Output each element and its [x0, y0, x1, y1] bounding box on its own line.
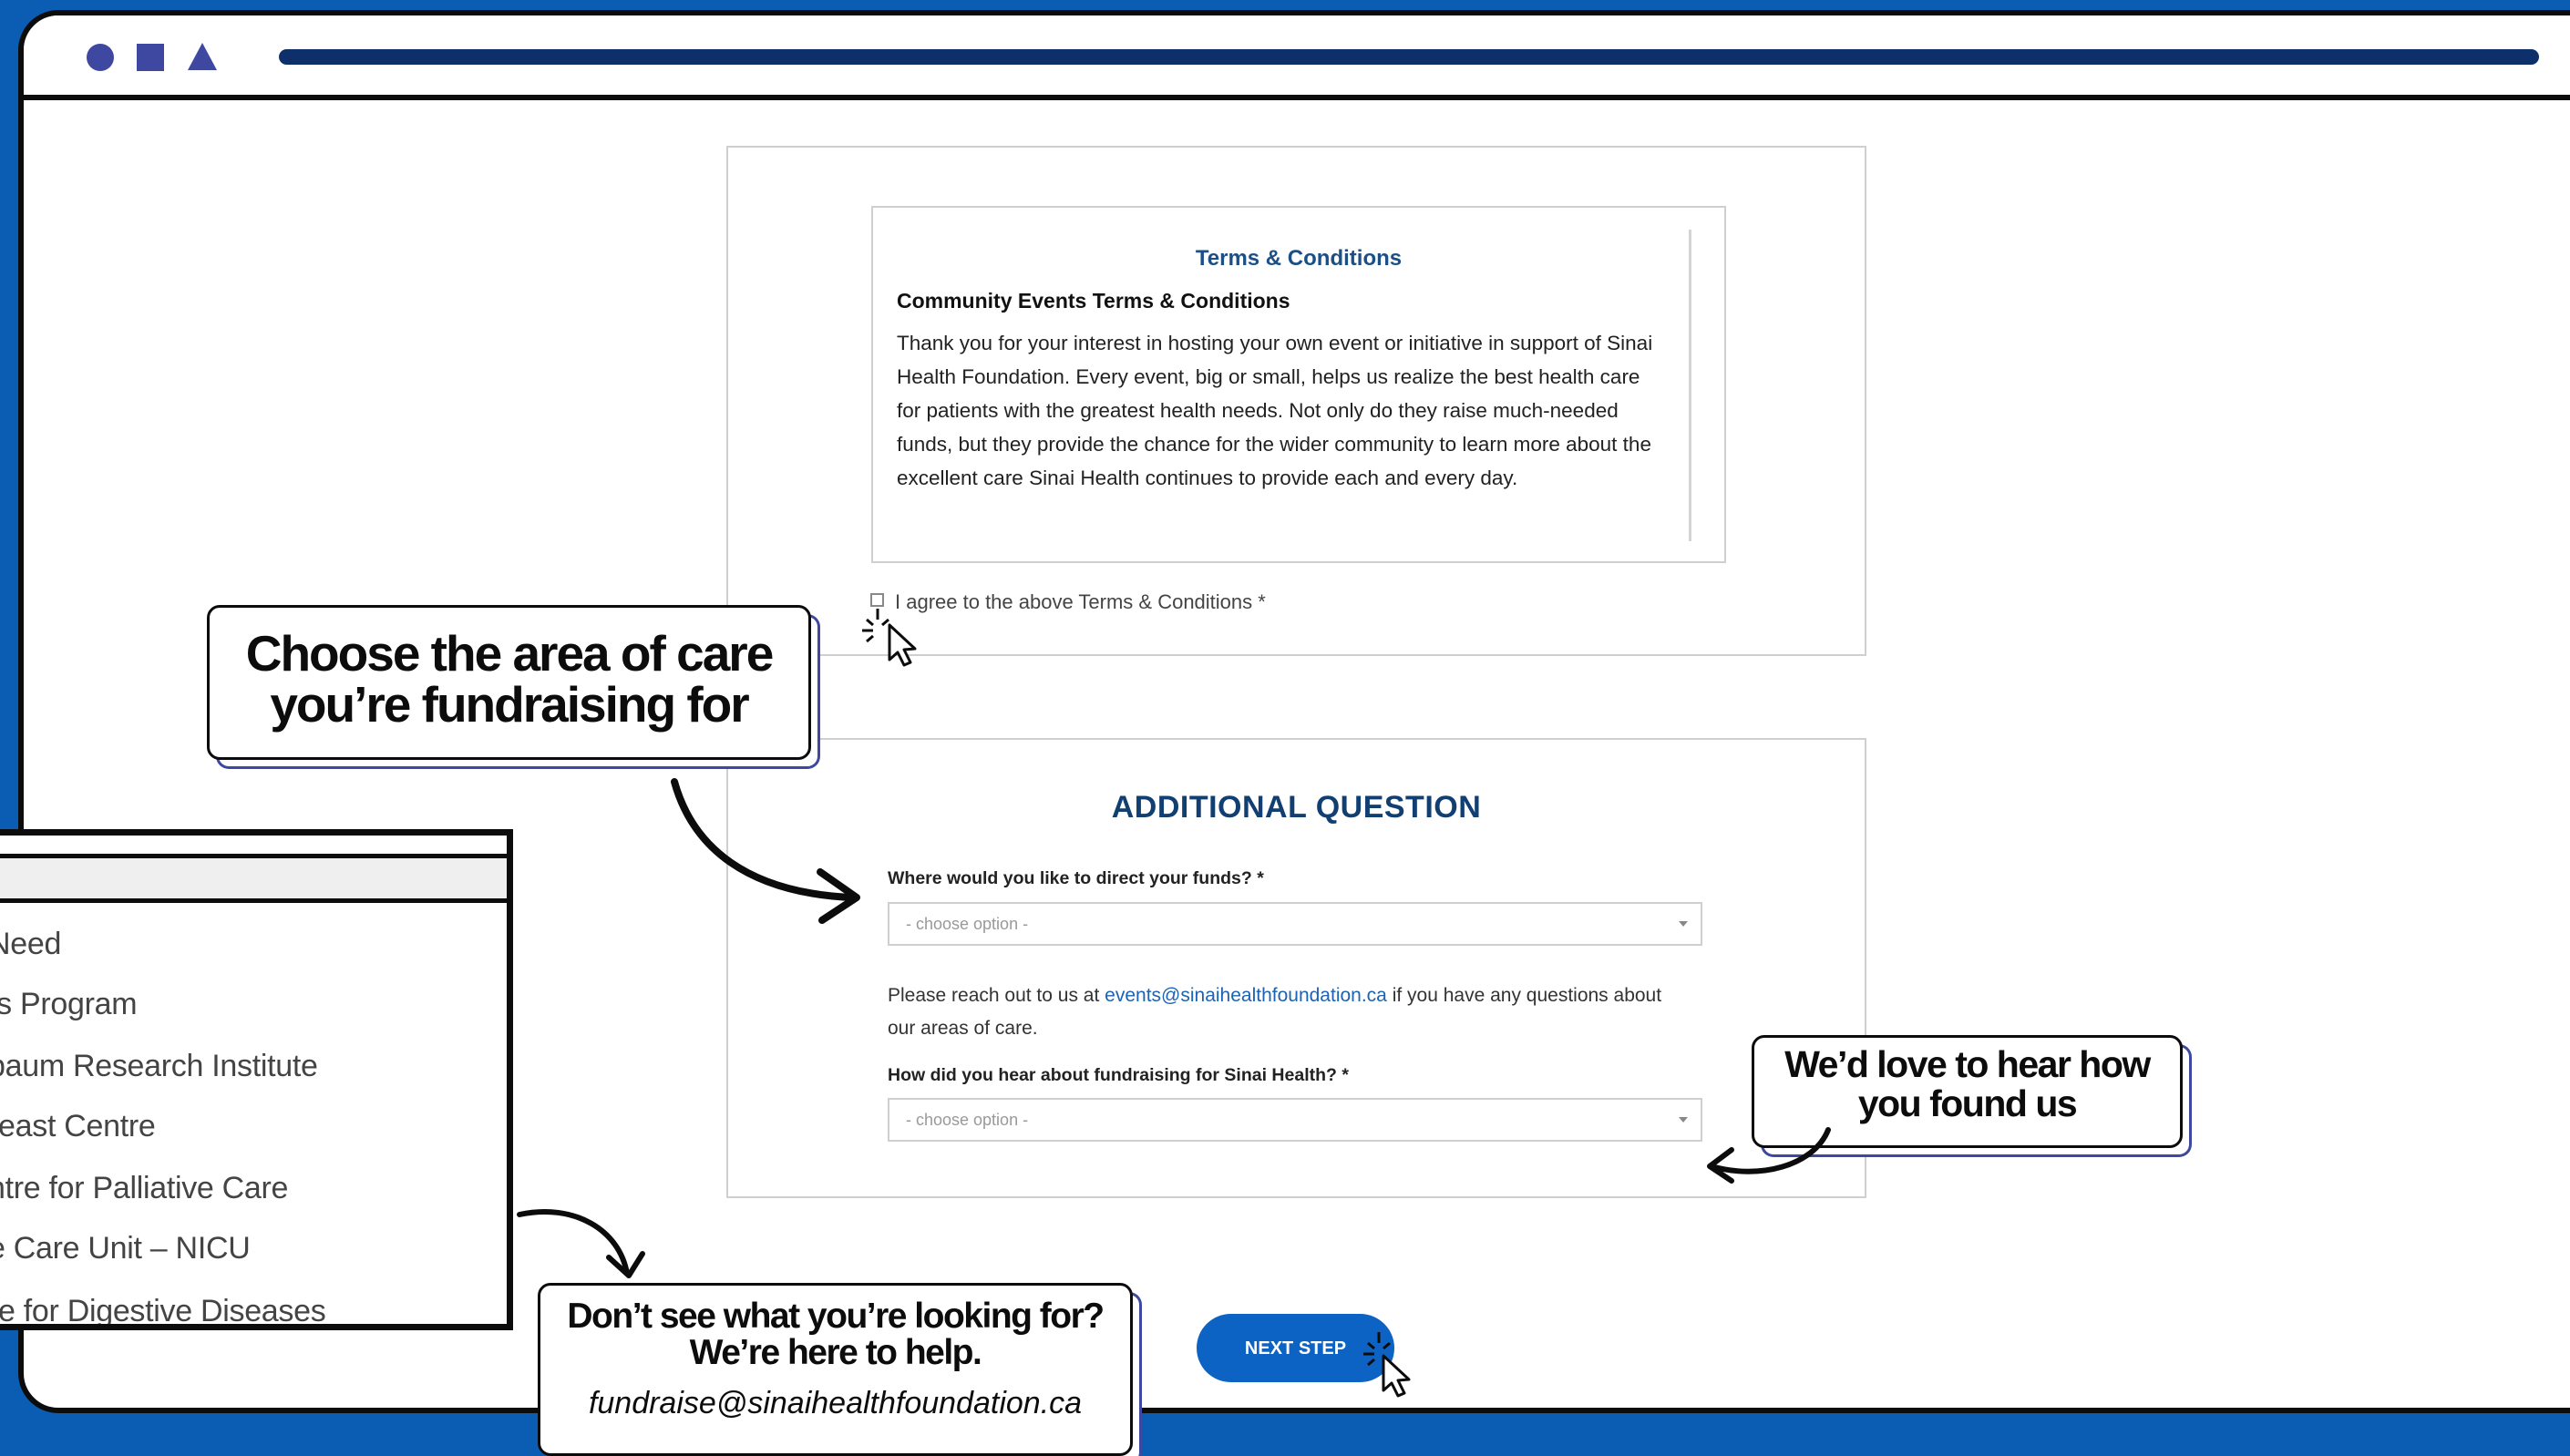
click-cursor-icon — [1363, 1332, 1411, 1398]
annotation-overlay — [517, 609, 1831, 1398]
curved-arrow-icon — [671, 778, 860, 924]
click-cursor-icon — [862, 609, 917, 667]
curved-arrow-icon — [517, 1208, 645, 1278]
curved-arrow-icon — [1707, 1127, 1831, 1184]
